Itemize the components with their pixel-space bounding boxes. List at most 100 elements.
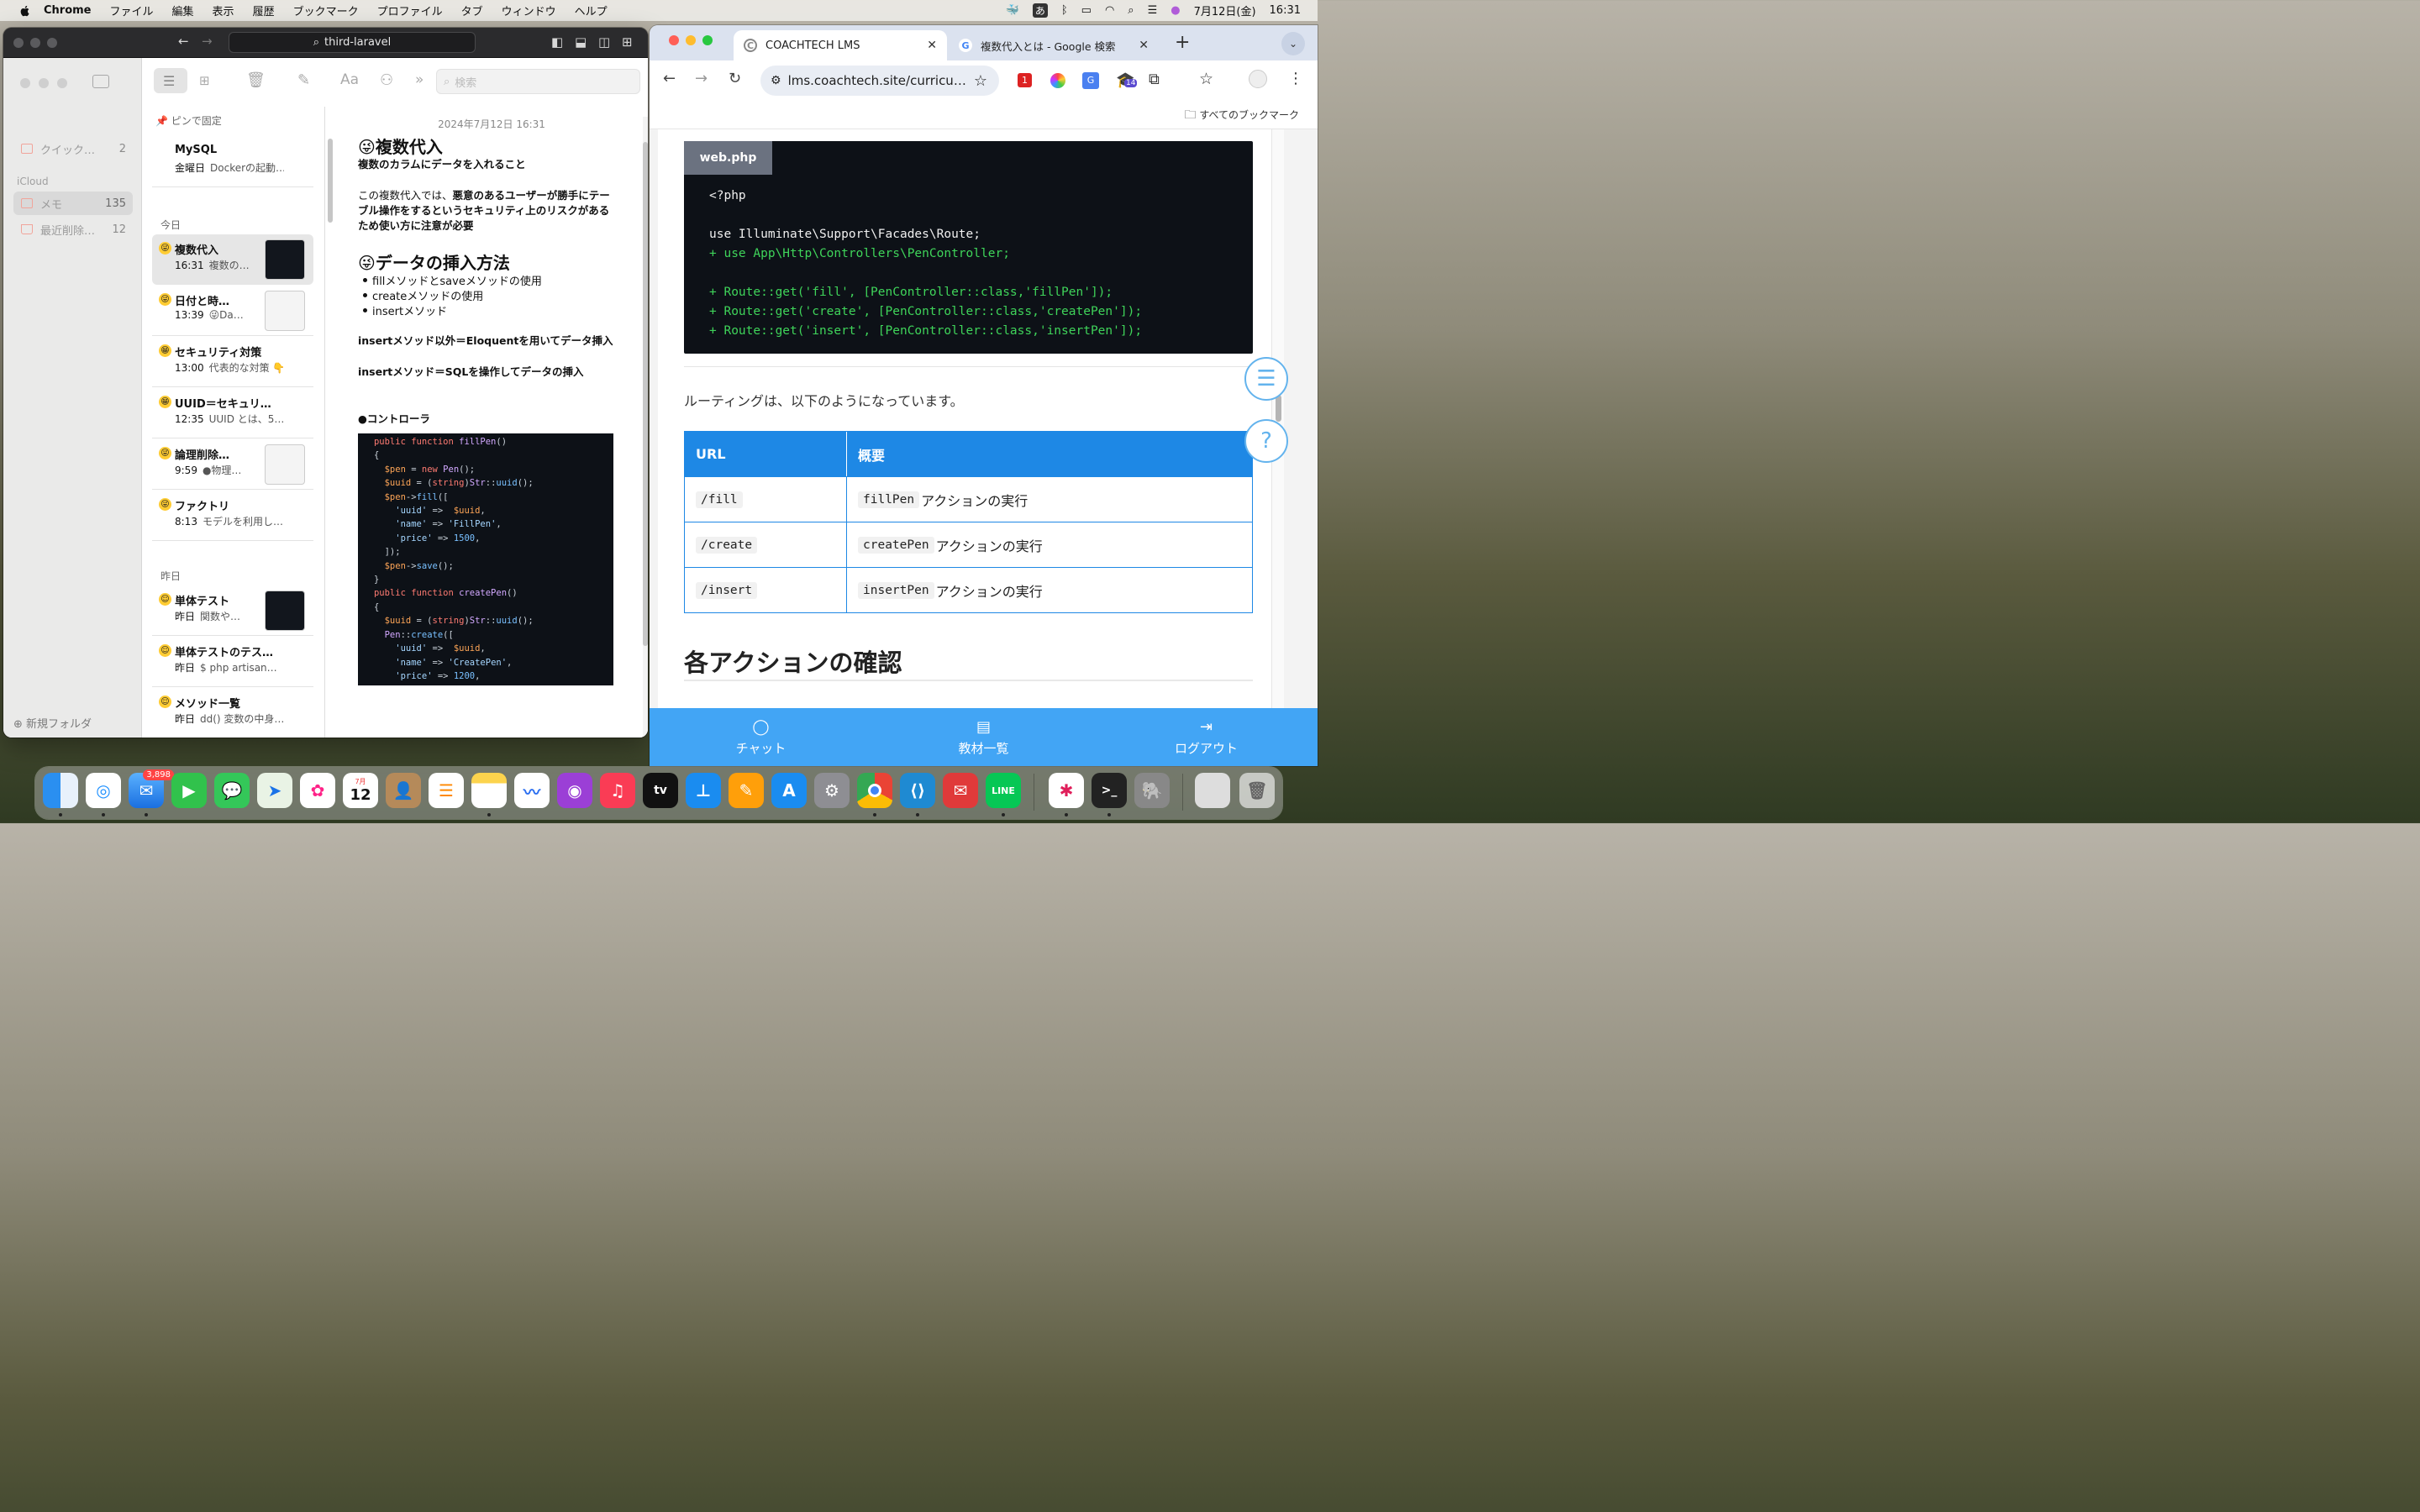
sidebar-item-recently-deleted[interactable]: 最近削除… 12 bbox=[13, 218, 133, 241]
address-field[interactable]: ⌕ third-laravel bbox=[229, 32, 476, 53]
slack-icon[interactable]: ✱ bbox=[1049, 773, 1084, 808]
facetime-icon[interactable]: ▶ bbox=[171, 773, 207, 808]
gallery-view-icon[interactable]: ⊞ bbox=[199, 75, 210, 87]
sidebar-toggle-icon[interactable] bbox=[92, 75, 109, 88]
new-folder-button[interactable]: ⊕ 新規フォルダ bbox=[13, 715, 92, 731]
extension-1-icon[interactable]: 1 bbox=[1018, 73, 1032, 87]
layout-grid-icon[interactable]: ⊞ bbox=[622, 36, 633, 49]
contacts-icon[interactable]: 👤 bbox=[386, 773, 421, 808]
downloads-stack-icon[interactable] bbox=[1195, 773, 1230, 808]
battery-icon[interactable]: ▭ bbox=[1081, 4, 1092, 17]
table-of-contents-button[interactable]: ☰ bbox=[1244, 357, 1288, 401]
menu-history[interactable]: 履歴 bbox=[253, 3, 275, 18]
apple-tv-icon[interactable]: tv bbox=[643, 773, 678, 808]
close-tab-icon[interactable]: ✕ bbox=[1139, 39, 1149, 52]
sidebar-toggle-icon[interactable]: ◧ bbox=[551, 36, 563, 49]
site-info-icon[interactable]: ⚙ bbox=[771, 74, 781, 87]
photos-icon[interactable]: ✿ bbox=[300, 773, 335, 808]
reload-icon[interactable]: ↻ bbox=[729, 71, 741, 87]
more-chevron-icon[interactable]: » bbox=[415, 73, 424, 87]
menu-profile[interactable]: プロファイル bbox=[377, 3, 443, 18]
logout-button[interactable]: ⇥ ログアウト bbox=[1095, 708, 1318, 766]
mail-icon[interactable]: ✉ 3,898 bbox=[129, 769, 174, 808]
freeform-icon[interactable]: 〰 bbox=[514, 773, 550, 808]
calendar-icon[interactable]: 7月 12 bbox=[343, 773, 378, 808]
siri-icon[interactable]: ● bbox=[1171, 4, 1180, 17]
notes-app-icon[interactable] bbox=[471, 773, 507, 808]
line-icon[interactable]: LINE bbox=[986, 773, 1021, 808]
pages-icon[interactable]: ✎ bbox=[729, 773, 764, 808]
list-item[interactable]: 😁 セキュリティ対策 13:00 代表的な対策 👇 bbox=[152, 337, 313, 387]
safari-icon[interactable]: ◎ bbox=[86, 773, 121, 808]
menu-time[interactable]: 16:31 bbox=[1270, 4, 1301, 17]
list-item[interactable]: MySQL 金曜日 Dockerの起動… bbox=[152, 137, 313, 187]
note-list-scrollbar[interactable] bbox=[328, 139, 333, 223]
tab-google-search[interactable]: G 複数代入とは - Google 検索 ✕ bbox=[949, 30, 1159, 60]
menu-date[interactable]: 7月12日(金) bbox=[1194, 3, 1256, 18]
format-text-icon[interactable]: Aa bbox=[340, 73, 359, 87]
list-item[interactable]: ☺ 単体テストのテス… 昨日 $ php artisan… bbox=[152, 637, 313, 687]
compose-icon[interactable]: ✎ bbox=[297, 73, 310, 88]
layout-split-icon[interactable]: ◫ bbox=[598, 36, 610, 49]
list-item[interactable]: ☺ メソッド一覧 昨日 dd() 変数の中身… bbox=[152, 688, 313, 738]
apple-icon[interactable] bbox=[18, 4, 32, 18]
sidebar-item-quick-notes[interactable]: クイック… 2 bbox=[13, 137, 133, 160]
list-item[interactable]: 😜 論理削除… 9:59 ●物理… bbox=[152, 439, 313, 490]
vscode-icon[interactable]: ⟨⟩ bbox=[900, 773, 935, 808]
podcasts-icon[interactable]: ◉ bbox=[557, 773, 592, 808]
materials-button[interactable]: ▤ 教材一覧 bbox=[872, 708, 1095, 766]
keynote-icon[interactable]: ⊥ bbox=[686, 773, 721, 808]
extensions-puzzle-icon[interactable]: ⧉ bbox=[1149, 71, 1160, 88]
wifi-icon[interactable]: ◠ bbox=[1105, 4, 1114, 17]
menu-help[interactable]: ヘルプ bbox=[575, 3, 608, 18]
tab-search-chevron-icon[interactable]: ⌄ bbox=[1281, 32, 1305, 55]
docker-icon[interactable]: 🐳 bbox=[1006, 4, 1019, 17]
finder-icon[interactable] bbox=[43, 773, 78, 808]
note-editor[interactable]: 2024年7月12日 16:31 😜複数代入 複数のカラムにデータを入れること … bbox=[335, 107, 648, 738]
delete-trash-icon[interactable]: 🗑 bbox=[246, 73, 266, 88]
menu-window[interactable]: ウィンドウ bbox=[502, 3, 556, 18]
reminders-icon[interactable]: ☰ bbox=[429, 773, 464, 808]
close-window-button[interactable] bbox=[669, 35, 679, 45]
tab-coachtech[interactable]: C COACHTECH LMS ✕ bbox=[734, 30, 947, 60]
translate-extension-icon[interactable]: G bbox=[1082, 72, 1099, 89]
menu-edit[interactable]: 編集 bbox=[172, 3, 194, 18]
color-picker-extension-icon[interactable] bbox=[1050, 73, 1065, 88]
search-field[interactable]: ⌕ 検索 bbox=[436, 69, 640, 94]
back-arrow-icon[interactable]: ← bbox=[663, 71, 676, 87]
list-item[interactable]: 😜 複数代入 16:31 複数の… bbox=[152, 234, 313, 285]
list-item[interactable]: ☺ 単体テスト 昨日 関数や… bbox=[152, 585, 313, 636]
list-view-button[interactable]: ☰ bbox=[154, 68, 187, 93]
menu-tab[interactable]: タブ bbox=[461, 3, 483, 18]
forward-arrow-icon[interactable]: → bbox=[695, 71, 708, 87]
music-icon[interactable]: ♫ bbox=[600, 773, 635, 808]
zoom-window-button[interactable] bbox=[702, 35, 713, 45]
system-settings-icon[interactable]: ⚙ bbox=[814, 773, 850, 808]
kebab-menu-icon[interactable]: ⋮ bbox=[1288, 70, 1303, 87]
editor-scrollbar[interactable] bbox=[643, 117, 648, 738]
tableplus-icon[interactable]: 🐘 bbox=[1134, 773, 1170, 808]
all-bookmarks-button[interactable]: 🗀 すべてのブックマーク bbox=[1184, 106, 1299, 126]
menu-app-name[interactable]: Chrome bbox=[44, 4, 92, 17]
chat-button[interactable]: ◯ チャット bbox=[650, 708, 872, 766]
bluetooth-icon[interactable]: ᛒ bbox=[1061, 4, 1068, 17]
page-scrollbar[interactable] bbox=[1271, 129, 1284, 708]
chrome-icon[interactable] bbox=[857, 773, 892, 808]
maps-icon[interactable]: ➤ bbox=[257, 773, 292, 808]
messages-icon[interactable]: 💬 bbox=[214, 773, 250, 808]
new-tab-plus-icon[interactable]: + bbox=[1175, 32, 1190, 53]
app-store-icon[interactable]: A bbox=[771, 773, 807, 808]
input-mode-indicator[interactable]: あ bbox=[1032, 3, 1048, 18]
sidebar-item-memo[interactable]: メモ 135 bbox=[13, 192, 133, 215]
school-extension-icon[interactable]: 🎓14 bbox=[1116, 71, 1138, 89]
close-window-button[interactable] bbox=[13, 38, 24, 48]
back-arrow-icon[interactable]: ← bbox=[178, 35, 189, 48]
layout-bottom-icon[interactable]: ⬓ bbox=[575, 36, 587, 49]
menu-bookmarks[interactable]: ブックマーク bbox=[293, 3, 359, 18]
menu-view[interactable]: 表示 bbox=[213, 3, 234, 18]
control-center-icon[interactable]: ☰ bbox=[1148, 4, 1158, 17]
list-item[interactable]: 😜 ファクトリ 8:13 モデルを利用し… bbox=[152, 491, 313, 541]
close-tab-icon[interactable]: ✕ bbox=[927, 39, 937, 52]
collaborate-icon[interactable]: ⚇ bbox=[380, 73, 393, 88]
spotlight-search-icon[interactable]: ⌕ bbox=[1128, 4, 1134, 17]
